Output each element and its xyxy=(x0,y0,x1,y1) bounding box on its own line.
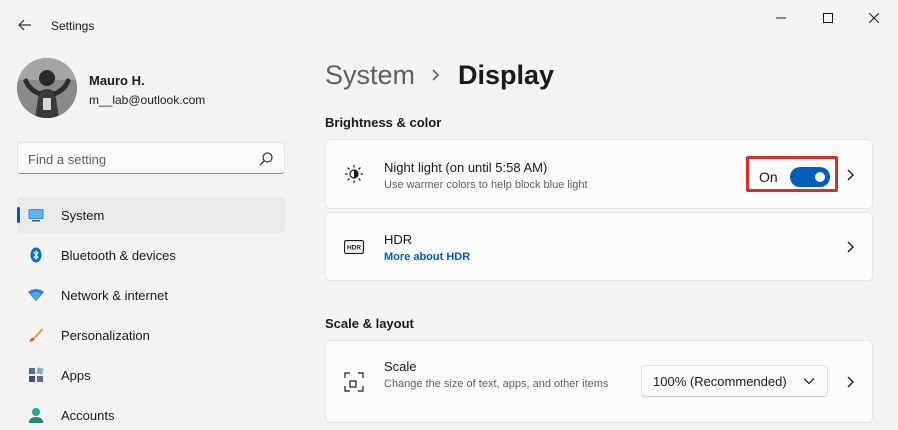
avatar-image xyxy=(17,58,77,118)
section-heading-scale-layout: Scale & layout xyxy=(325,316,414,331)
chevron-right-icon[interactable] xyxy=(845,240,855,254)
sidebar-item-bluetooth[interactable]: Bluetooth & devices xyxy=(17,237,285,273)
brightness-icon xyxy=(344,164,364,184)
section-heading-brightness: Brightness & color xyxy=(325,115,442,130)
wifi-icon xyxy=(28,287,44,303)
breadcrumb-chevron-icon xyxy=(432,69,440,81)
hdr-title: HDR xyxy=(384,232,413,247)
system-icon xyxy=(28,207,44,223)
search-icon[interactable] xyxy=(258,151,274,167)
night-light-highlight: On xyxy=(746,156,838,192)
search-input[interactable] xyxy=(28,149,248,169)
svg-text:HDR: HDR xyxy=(347,245,361,252)
bluetooth-icon xyxy=(28,247,44,263)
sidebar-item-network[interactable]: Network & internet xyxy=(17,277,285,313)
scale-title: Scale xyxy=(384,359,417,374)
user-name: Mauro H. xyxy=(89,73,145,88)
scale-card[interactable]: Scale Change the size of text, apps, and… xyxy=(325,340,873,423)
toggle-knob xyxy=(815,172,825,182)
hdr-card[interactable]: HDR HDR More about HDR xyxy=(325,212,873,281)
minimize-button[interactable] xyxy=(758,6,804,30)
chevron-right-icon[interactable] xyxy=(845,168,855,182)
close-button[interactable] xyxy=(851,6,897,30)
title-bar: Settings xyxy=(0,0,898,48)
night-light-title: Night light (on until 5:58 AM) xyxy=(384,160,548,175)
night-light-card[interactable]: Night light (on until 5:58 AM) Use warme… xyxy=(325,139,873,209)
back-arrow-icon xyxy=(18,19,31,31)
search-box[interactable] xyxy=(17,142,285,174)
night-light-toggle[interactable] xyxy=(790,167,830,187)
more-about-hdr-link[interactable]: More about HDR xyxy=(384,251,470,263)
person-icon xyxy=(28,407,44,423)
sidebar-item-label: System xyxy=(61,208,105,223)
sidebar-item-label: Apps xyxy=(61,368,91,383)
scale-icon xyxy=(344,372,364,392)
sidebar-item-label: Bluetooth & devices xyxy=(61,248,176,263)
sidebar-item-label: Accounts xyxy=(61,408,115,423)
toggle-state-label: On xyxy=(759,169,778,185)
scale-dropdown[interactable]: 100% (Recommended) xyxy=(641,365,828,397)
sidebar-item-apps[interactable]: Apps xyxy=(17,357,285,393)
scale-subtitle: Change the size of text, apps, and other… xyxy=(384,378,609,390)
chevron-down-icon xyxy=(803,378,815,385)
maximize-button[interactable] xyxy=(805,6,851,30)
back-button[interactable] xyxy=(14,14,36,36)
brush-icon xyxy=(28,327,44,343)
chevron-right-icon[interactable] xyxy=(845,375,855,389)
breadcrumb-parent[interactable]: System xyxy=(325,60,415,91)
hdr-icon: HDR xyxy=(344,237,364,257)
scale-dropdown-value: 100% (Recommended) xyxy=(653,374,787,389)
app-title: Settings xyxy=(51,19,95,33)
minimize-icon xyxy=(776,17,786,19)
sidebar-item-accounts[interactable]: Accounts xyxy=(17,397,285,430)
page-title: Display xyxy=(458,60,555,90)
maximize-icon xyxy=(823,13,833,23)
user-email: m__lab@outlook.com xyxy=(89,93,206,107)
sidebar-item-label: Network & internet xyxy=(61,288,168,303)
close-icon xyxy=(869,13,879,23)
avatar[interactable] xyxy=(17,58,77,118)
selected-indicator xyxy=(17,207,20,223)
sidebar-item-label: Personalization xyxy=(61,328,150,343)
apps-icon xyxy=(28,367,44,383)
sidebar-item-personalization[interactable]: Personalization xyxy=(17,317,285,353)
night-light-subtitle: Use warmer colors to help block blue lig… xyxy=(384,179,588,191)
sidebar-item-system[interactable]: System xyxy=(17,197,285,233)
